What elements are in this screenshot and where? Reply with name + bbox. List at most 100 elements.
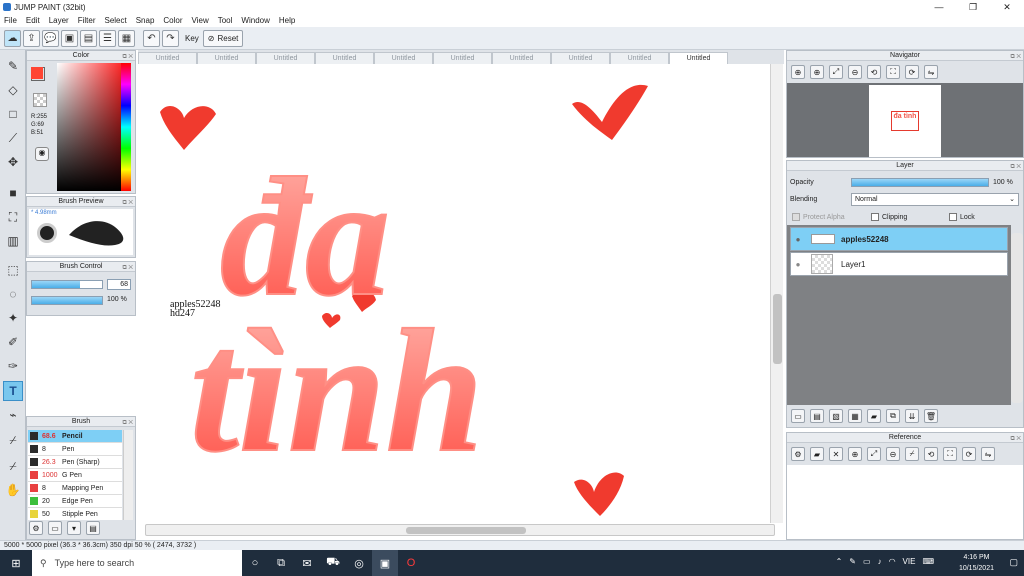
menu-tool[interactable]: Tool [218, 16, 233, 25]
tab-document-active[interactable]: Untitled [669, 52, 728, 64]
tab-document[interactable]: Untitled [610, 52, 669, 64]
clipping-checkbox[interactable]: Clipping [871, 213, 907, 221]
redo-icon[interactable]: ↷ [162, 29, 179, 47]
hand-tool-icon[interactable]: ✋ [3, 480, 23, 500]
undo-icon[interactable]: ↶ [143, 29, 160, 47]
menu-edit[interactable]: Edit [26, 16, 40, 25]
panel-close-icon[interactable]: ⧉ ✕ [1010, 162, 1021, 172]
zoom-out-icon[interactable]: ⊖ [848, 65, 862, 79]
protect-alpha-checkbox[interactable]: Protect Alpha [792, 213, 845, 221]
store-icon[interactable]: ⛟ [320, 550, 346, 576]
blending-select[interactable]: Normal ⌄ [851, 193, 1019, 206]
brush-list-item[interactable]: 50 Stipple Pen [28, 508, 122, 520]
line-tool-icon[interactable]: ⟋ [3, 128, 23, 148]
bucket-tool-icon[interactable]: ⛶ [3, 207, 23, 227]
new-vector-layer-icon[interactable]: ▧ [829, 409, 843, 423]
layer-opacity-slider[interactable] [851, 178, 989, 187]
menu-select[interactable]: Select [104, 16, 126, 25]
brush-list-scrollbar[interactable] [123, 430, 133, 520]
reference-capture-icon[interactable]: ⚙ [791, 447, 805, 461]
menu-window[interactable]: Window [241, 16, 269, 25]
brush-list-item[interactable]: 1000 G Pen [28, 469, 122, 482]
chevron-up-icon[interactable]: ⌃ [836, 557, 843, 566]
shape-tool-icon[interactable]: □ [3, 104, 23, 124]
vertical-scroll-thumb[interactable] [773, 294, 782, 364]
rotate-right-icon[interactable]: ⟳ [905, 65, 919, 79]
browser-icon[interactable]: ◎ [346, 550, 372, 576]
volume-icon[interactable]: ♪ [878, 557, 882, 566]
panel-close-icon[interactable]: ⧉ ✕ [122, 418, 133, 428]
remove-icon[interactable]: ✕ [829, 447, 843, 461]
brush-menu-icon[interactable]: ▾ [67, 521, 81, 535]
rotate-right-icon[interactable]: ⟳ [962, 447, 976, 461]
menu-view[interactable]: View [192, 16, 209, 25]
new-tone-layer-icon[interactable]: ▦ [848, 409, 862, 423]
minimize-button[interactable]: — [922, 0, 956, 14]
navigator-viewport[interactable]: đa tình [787, 83, 1023, 157]
notification-icon[interactable]: ▢ [1009, 557, 1018, 568]
share-icon[interactable]: ⇪ [23, 29, 40, 47]
drawing-canvas[interactable]: đa tình apples52248 hd247 [138, 64, 770, 523]
comment-icon[interactable]: 💬 [42, 29, 59, 47]
move-tool-icon[interactable]: ✥ [3, 152, 23, 172]
panel-close-icon[interactable]: ⧉ ✕ [1010, 434, 1021, 444]
eraser-tool-icon[interactable]: ◇ [3, 80, 23, 100]
panel-close-icon[interactable]: ⧉ ✕ [122, 263, 133, 273]
palette-icon[interactable]: ◉ [35, 147, 49, 161]
brush-opacity-slider[interactable] [31, 296, 103, 305]
layer-row[interactable]: ● Layer1 [790, 252, 1008, 276]
zoom-in-icon[interactable]: ⊕ [848, 447, 862, 461]
language-indicator[interactable]: VIE [903, 557, 916, 566]
grid-icon[interactable]: ▦ [118, 29, 135, 47]
fit-icon[interactable]: ⤢ [867, 447, 881, 461]
eyedropper-icon[interactable]: ⌿ [905, 447, 919, 461]
menu-layer[interactable]: Layer [49, 16, 69, 25]
eyedropper-tool-icon[interactable]: ⌿ [3, 430, 23, 450]
lock-checkbox[interactable]: Lock [949, 213, 975, 221]
merge-layer-icon[interactable]: ⇊ [905, 409, 919, 423]
pen-icon[interactable]: ✎ [849, 557, 856, 566]
panel-close-icon[interactable]: ⧉ ✕ [122, 52, 133, 62]
mail-icon[interactable]: ✉ [294, 550, 320, 576]
hue-slider[interactable] [121, 63, 131, 191]
canvas-vertical-scrollbar[interactable] [770, 64, 783, 523]
cortana-icon[interactable]: ○ [242, 550, 268, 576]
visibility-icon[interactable]: ● [791, 260, 805, 269]
folder-icon[interactable]: ▰ [867, 409, 881, 423]
new-layer-icon[interactable]: ▭ [791, 409, 805, 423]
windows-start-icon[interactable]: ⊞ [3, 550, 29, 576]
duplicate-layer-icon[interactable]: ⧉ [886, 409, 900, 423]
select-eraser-tool-icon[interactable]: ✑ [3, 356, 23, 376]
brush-list-item[interactable]: 8 Pen [28, 443, 122, 456]
brush-size-slider[interactable] [31, 280, 103, 289]
jump-paint-taskbar-icon[interactable]: ▣ [372, 550, 398, 576]
battery-icon[interactable]: ▭ [863, 557, 871, 566]
zoom-in-alt-icon[interactable]: ⊕ [810, 65, 824, 79]
actual-size-icon[interactable]: ⛶ [886, 65, 900, 79]
opera-icon[interactable]: O [398, 550, 424, 576]
tab-document[interactable]: Untitled [256, 52, 315, 64]
horizontal-scroll-thumb[interactable] [406, 527, 526, 534]
layer-list-scrollbar[interactable] [1011, 233, 1023, 403]
tab-document[interactable]: Untitled [433, 52, 492, 64]
menu-file[interactable]: File [4, 16, 17, 25]
new-raster-layer-icon[interactable]: ▤ [810, 409, 824, 423]
flip-icon[interactable]: ⇋ [981, 447, 995, 461]
rect-select-tool-icon[interactable]: ⬚ [3, 260, 23, 280]
menu-color[interactable]: Color [163, 16, 182, 25]
brush-list-item[interactable]: 68.6 Pencil [28, 430, 122, 443]
close-button[interactable]: ✕ [990, 0, 1024, 14]
menu-filter[interactable]: Filter [78, 16, 96, 25]
tab-document[interactable]: Untitled [551, 52, 610, 64]
brush-list-item[interactable]: 20 Edge Pen [28, 495, 122, 508]
menu-snap[interactable]: Snap [136, 16, 155, 25]
brush-copy-icon[interactable]: ▤ [86, 521, 100, 535]
reset-button[interactable]: ⊘ Reset [202, 29, 244, 47]
brush-list-item[interactable]: 26.3 Pen (Sharp) [28, 456, 122, 469]
open-folder-icon[interactable]: ▰ [810, 447, 824, 461]
wifi-icon[interactable]: ◠ [889, 557, 896, 566]
rotate-left-icon[interactable]: ⟲ [924, 447, 938, 461]
menu-help[interactable]: Help [279, 16, 295, 25]
gradient-tool-icon[interactable]: ▥ [3, 231, 23, 251]
lasso-tool-icon[interactable]: ◌ [3, 284, 23, 304]
